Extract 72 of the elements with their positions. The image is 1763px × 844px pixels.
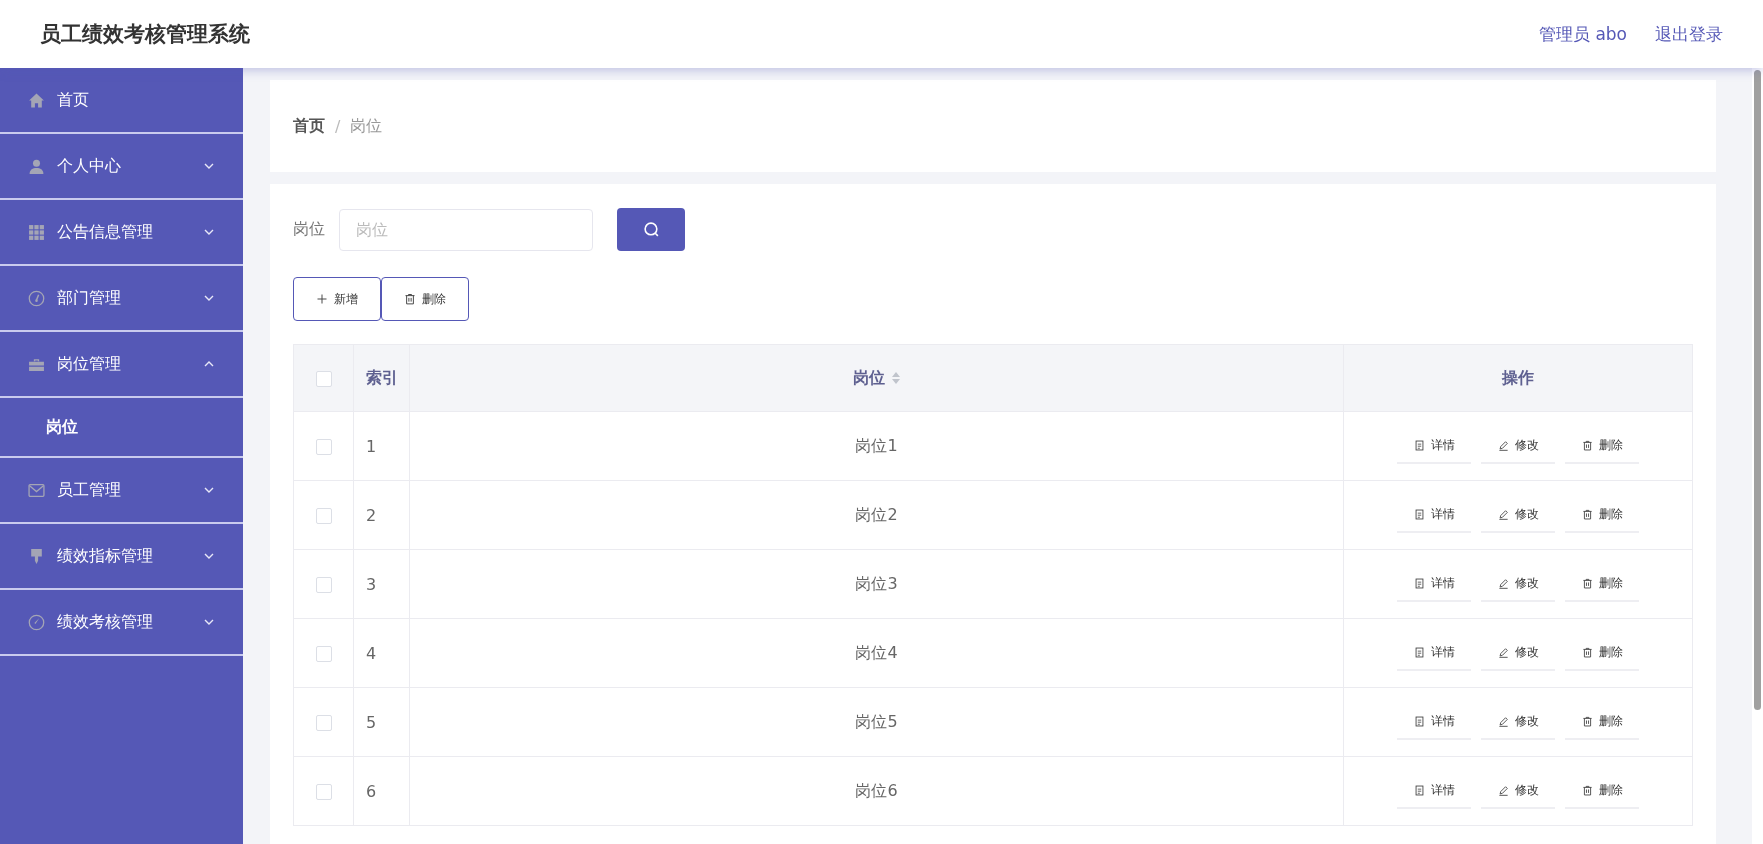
document-icon xyxy=(1413,439,1425,451)
submenu-item[interactable]: 岗位 xyxy=(0,398,243,458)
index-cell: 4 xyxy=(366,643,377,663)
add-button[interactable]: 新增 xyxy=(293,277,381,321)
search-icon xyxy=(642,221,660,238)
index-cell: 2 xyxy=(366,505,377,525)
trash-icon xyxy=(1581,784,1593,796)
scrollbar[interactable] xyxy=(1752,68,1763,844)
pencil-icon xyxy=(1497,577,1509,589)
logout-link[interactable]: 退出登录 xyxy=(1655,22,1723,46)
row-checkbox[interactable] xyxy=(315,715,332,731)
delete-button[interactable]: 删除 xyxy=(381,277,469,321)
sidebar-item[interactable]: 公告信息管理 xyxy=(0,200,243,266)
sidebar-item[interactable]: 岗位管理 xyxy=(0,332,243,398)
document-icon xyxy=(1413,508,1425,520)
select-all-checkbox[interactable] xyxy=(315,371,332,387)
document-icon xyxy=(1413,646,1425,658)
gauge-icon xyxy=(28,289,45,307)
sidebar-item[interactable]: 绩效考核管理 xyxy=(0,590,243,656)
sidebar-item[interactable]: 部门管理 xyxy=(0,266,243,332)
column-header: 索引 xyxy=(353,344,410,412)
column-header: 操作 xyxy=(1343,344,1693,412)
pencil-icon xyxy=(1497,646,1509,658)
pencil-icon xyxy=(1497,439,1509,451)
pencil-icon xyxy=(1497,784,1509,796)
document-icon xyxy=(1413,715,1425,727)
row-checkbox[interactable] xyxy=(315,784,332,800)
search-label: 岗位 xyxy=(293,219,325,240)
search-button[interactable] xyxy=(617,208,685,251)
breadcrumb-item[interactable]: 首页 xyxy=(293,115,325,137)
sidebar-item[interactable]: 个人中心 xyxy=(0,134,243,200)
compass-icon xyxy=(28,613,45,631)
document-icon xyxy=(1413,577,1425,589)
name-cell: 岗位6 xyxy=(855,780,898,800)
name-cell: 岗位4 xyxy=(855,642,898,662)
trash-icon xyxy=(1581,715,1593,727)
user-icon xyxy=(28,157,45,175)
search-field[interactable]: 岗位 xyxy=(339,208,593,251)
brush-icon xyxy=(28,547,45,565)
grid-icon xyxy=(28,223,45,241)
trash-icon xyxy=(1581,508,1593,520)
breadcrumb-separator: / xyxy=(335,116,341,136)
home-icon xyxy=(28,91,45,109)
app-title: 员工绩效考核管理系统 xyxy=(40,21,251,48)
plus-icon xyxy=(316,293,328,305)
sidebar-item[interactable]: 绩效指标管理 xyxy=(0,524,243,590)
trash-icon xyxy=(1581,646,1593,658)
name-cell: 岗位2 xyxy=(855,504,898,524)
index-cell: 1 xyxy=(366,436,377,456)
user-name[interactable]: 管理员 abo xyxy=(1539,22,1627,46)
name-cell: 岗位5 xyxy=(855,711,898,731)
breadcrumb-item: 岗位 xyxy=(350,115,383,137)
name-cell: 岗位1 xyxy=(855,435,898,455)
mail-icon xyxy=(28,481,45,499)
row-checkbox[interactable] xyxy=(315,577,332,593)
document-icon xyxy=(1413,784,1425,796)
sidebar-item[interactable]: 首页 xyxy=(0,68,243,134)
row-checkbox[interactable] xyxy=(315,646,332,662)
column-header[interactable]: 岗位 xyxy=(409,344,1344,412)
index-cell: 3 xyxy=(366,574,377,594)
trash-icon xyxy=(1581,439,1593,451)
sort-icon[interactable] xyxy=(890,371,901,385)
row-checkbox[interactable] xyxy=(315,439,332,455)
index-cell: 6 xyxy=(366,781,377,801)
row-checkbox[interactable] xyxy=(315,508,332,524)
sidebar-item[interactable]: 员工管理 xyxy=(0,458,243,524)
trash-icon xyxy=(404,293,416,305)
trash-icon xyxy=(1581,577,1593,589)
pencil-icon xyxy=(1497,508,1509,520)
index-cell: 5 xyxy=(366,712,377,732)
name-cell: 岗位3 xyxy=(855,573,898,593)
pencil-icon xyxy=(1497,715,1509,727)
